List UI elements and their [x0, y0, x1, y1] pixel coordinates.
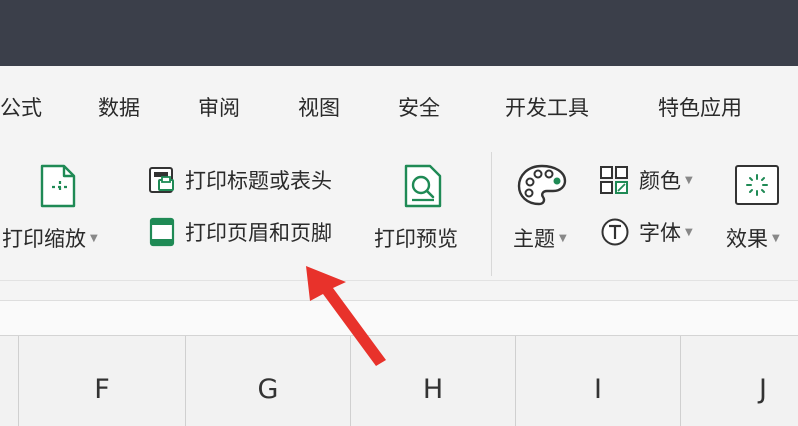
chevron-down-icon: ▼ — [685, 226, 693, 238]
effects-label: 效果 — [726, 227, 768, 251]
colors-button[interactable]: 颜色 ▼ — [599, 165, 693, 195]
column-header-row: F G H I J — [0, 335, 798, 426]
column-header-h[interactable]: H — [351, 336, 516, 426]
print-titles-button[interactable]: 打印标题或表头 — [147, 165, 332, 195]
effects-button[interactable]: 效果 ▼ — [726, 223, 780, 253]
formula-bar[interactable] — [0, 300, 798, 335]
column-i-label: I — [594, 374, 602, 405]
column-header-f[interactable]: F — [19, 336, 186, 426]
color-grid-icon — [600, 166, 628, 194]
ribbon — [0, 140, 798, 280]
print-scale-label: 打印缩放 — [2, 227, 86, 251]
tab-developer-tools[interactable]: 开发工具 — [505, 92, 589, 122]
print-preview-button[interactable]: 打印预览 — [374, 223, 458, 253]
palette-icon — [517, 164, 567, 206]
menu-bar: 公式 数据 审阅 视图 安全 开发工具 特色应用 — [0, 66, 798, 140]
column-header-j[interactable]: J — [681, 336, 798, 426]
chevron-down-icon: ▼ — [559, 232, 567, 244]
tab-special-apps[interactable]: 特色应用 — [658, 92, 742, 122]
column-f-label: F — [94, 374, 110, 405]
column-header-edge — [0, 336, 19, 426]
font-label: 字体 — [639, 221, 681, 245]
print-titles-label: 打印标题或表头 — [185, 169, 332, 193]
tab-formulas[interactable]: 公式 — [0, 92, 42, 122]
column-g-label: G — [257, 374, 279, 405]
font-button[interactable]: 字体 ▼ — [599, 217, 693, 247]
tab-review[interactable]: 审阅 — [198, 92, 240, 122]
chevron-down-icon: ▼ — [685, 174, 693, 186]
tab-data[interactable]: 数据 — [98, 92, 140, 122]
font-t-icon — [601, 218, 629, 246]
print-header-footer-icon — [149, 217, 175, 247]
theme-button[interactable]: 主题 ▼ — [513, 223, 567, 253]
print-scale-button[interactable]: 打印缩放 ▼ — [2, 223, 98, 253]
print-titles-icon — [149, 167, 174, 193]
column-header-i[interactable]: I — [516, 336, 681, 426]
print-header-footer-button[interactable]: 打印页眉和页脚 — [147, 217, 332, 247]
title-bar — [0, 0, 798, 66]
colors-label: 颜色 — [639, 169, 681, 193]
tab-view[interactable]: 视图 — [298, 92, 340, 122]
tab-security[interactable]: 安全 — [398, 92, 440, 122]
column-header-g[interactable]: G — [186, 336, 351, 426]
theme-label: 主题 — [513, 227, 555, 251]
print-scale-icon — [40, 164, 76, 208]
column-j-label: J — [759, 374, 767, 405]
effects-icon — [735, 165, 779, 205]
print-header-footer-label: 打印页眉和页脚 — [185, 221, 332, 245]
print-preview-icon — [404, 164, 442, 208]
group-separator — [491, 152, 492, 276]
column-h-label: H — [422, 374, 444, 405]
print-preview-label: 打印预览 — [374, 227, 458, 251]
chevron-down-icon: ▼ — [772, 232, 780, 244]
chevron-down-icon: ▼ — [90, 232, 98, 244]
